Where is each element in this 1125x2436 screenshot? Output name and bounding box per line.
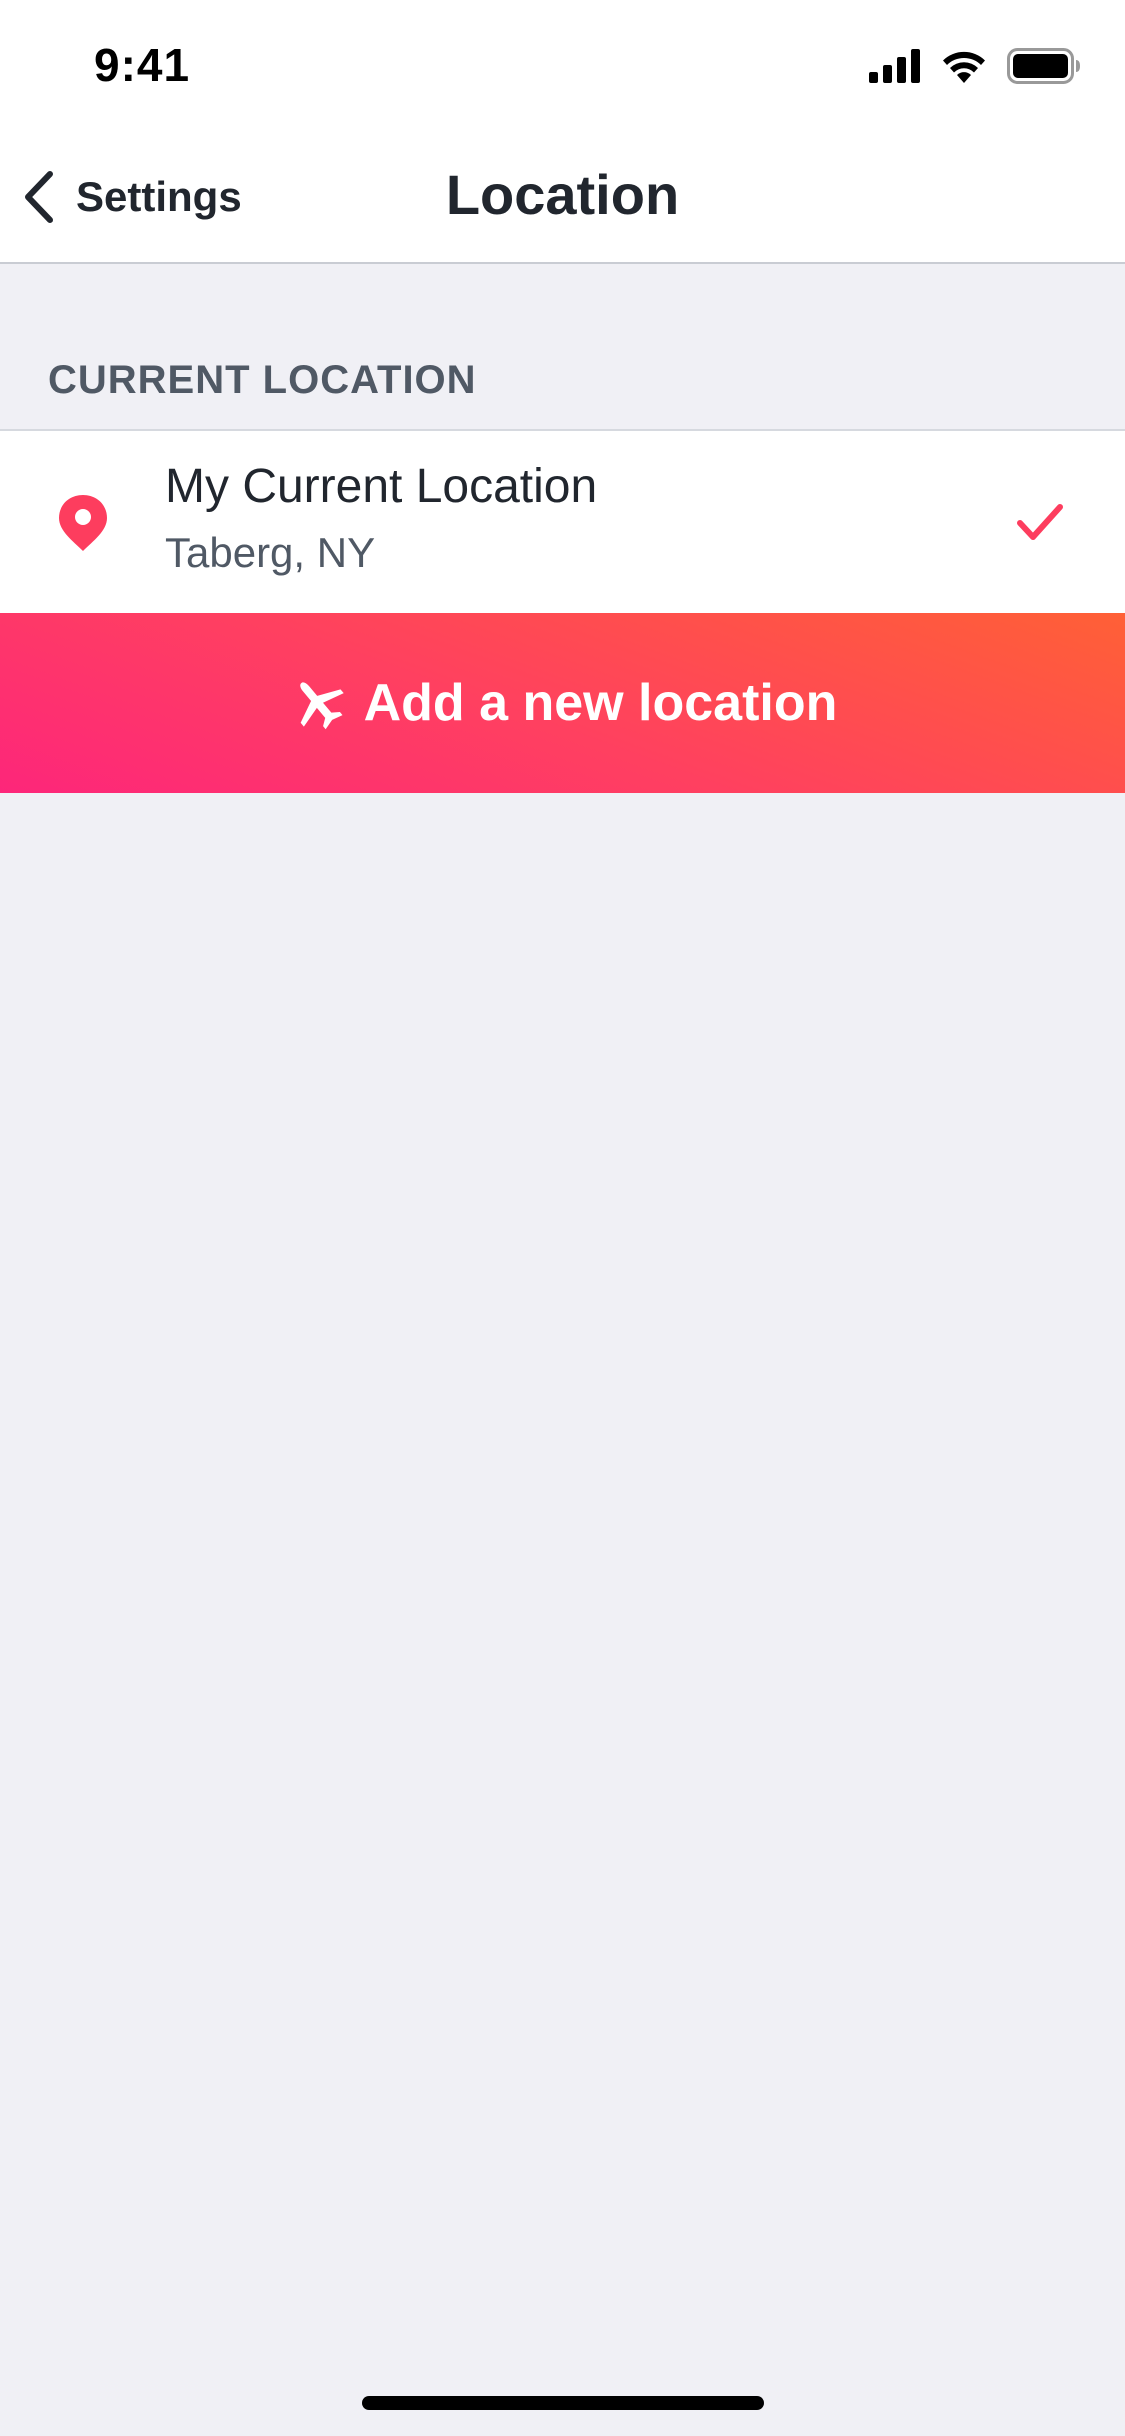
add-new-location-label: Add a new location — [363, 674, 838, 732]
page-title: Location — [445, 163, 680, 226]
home-indicator[interactable] — [362, 2396, 764, 2410]
map-pin-icon — [59, 495, 107, 551]
location-subtitle: Taberg, NY — [165, 529, 376, 576]
battery-icon — [1007, 48, 1080, 84]
location-title: My Current Location — [165, 460, 598, 513]
cellular-signal-icon — [869, 49, 920, 83]
navigation-bar: Settings Location — [0, 132, 1125, 264]
status-bar: 9:41 — [0, 0, 1125, 132]
status-icons — [869, 48, 1081, 84]
status-time: 9:41 — [94, 39, 191, 91]
current-location-row[interactable]: My Current Location Taberg, NY — [0, 429, 1125, 613]
checkmark-icon — [1017, 504, 1063, 540]
add-new-location-button[interactable]: Add a new location — [0, 613, 1125, 793]
section-header-current-location: CURRENT LOCATION — [48, 358, 477, 402]
wifi-icon — [943, 51, 985, 83]
airplane-icon — [299, 682, 344, 730]
